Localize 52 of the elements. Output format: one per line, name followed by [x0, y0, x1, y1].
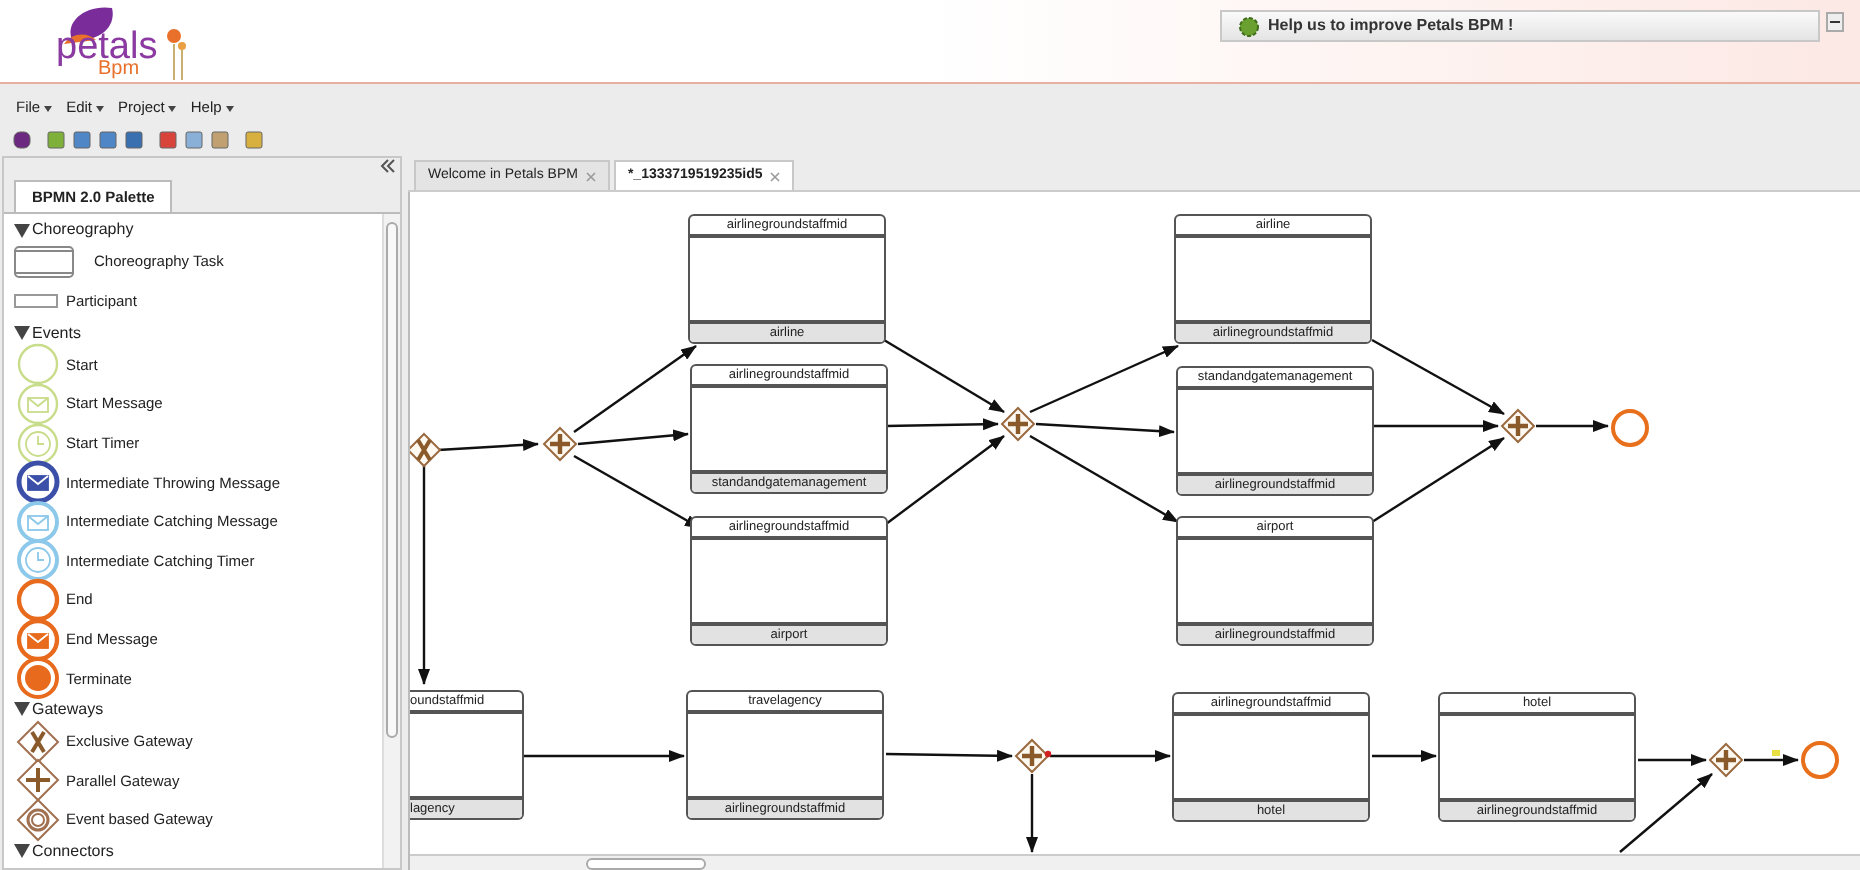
sequence-flow-arrow — [1619, 773, 1713, 853]
expand-triangle-icon[interactable] — [14, 223, 30, 237]
caret-icon — [225, 105, 234, 111]
catching-timer-icon — [14, 538, 62, 583]
help-banner[interactable]: Help us to improve Petals BPM ! — [1220, 10, 1820, 42]
caret-icon — [96, 105, 105, 111]
sequence-flow-arrow — [1744, 754, 1799, 766]
sequence-flow-arrow — [885, 435, 1005, 525]
sequence-flow-arrow — [885, 418, 999, 431]
expand-triangle-icon[interactable] — [14, 702, 30, 717]
palette-section-title: Events — [32, 321, 81, 346]
scrollbar-thumb[interactable] — [386, 222, 398, 738]
exclusive-gateway-icon — [14, 719, 62, 764]
palette-section-title: Connectors — [32, 839, 114, 864]
end-icon — [14, 577, 62, 622]
sequence-flow-arrow — [1050, 750, 1171, 762]
caret-icon — [44, 105, 53, 111]
sequence-flow-arrow — [1372, 420, 1499, 432]
start-timer-icon — [14, 421, 62, 466]
expand-triangle-icon[interactable] — [14, 844, 30, 859]
connection-handle — [1772, 750, 1780, 756]
event-gateway-icon — [14, 797, 62, 842]
start-icon — [14, 342, 62, 387]
sequence-flow-arrow — [883, 338, 1005, 414]
connection-handle — [1044, 750, 1052, 758]
catching-message-icon — [14, 499, 62, 544]
minimize-icon[interactable] — [1826, 12, 1844, 32]
collapse-icon[interactable] — [380, 158, 396, 174]
sequence-flow-arrow — [1638, 754, 1707, 766]
parallel-gateway-icon — [14, 758, 62, 803]
scrollbar-thumb[interactable] — [586, 857, 706, 869]
sequence-flow-arrow — [1536, 420, 1609, 432]
horizontal-scrollbar[interactable] — [410, 854, 1860, 870]
close-icon[interactable] — [770, 171, 781, 181]
caret-icon — [168, 105, 177, 111]
sequence-flow-arrow — [1372, 750, 1437, 762]
start-message-icon — [14, 381, 62, 426]
palette-section-title: Gateways — [32, 697, 104, 722]
sequence-flow-arrow — [1371, 437, 1505, 523]
sequence-flow-arrow — [1371, 338, 1505, 416]
terminate-icon — [14, 656, 62, 701]
sequence-flow-arrow — [437, 438, 539, 452]
palette-section-title: Choreography — [32, 218, 134, 242]
expand-triangle-icon[interactable] — [14, 326, 30, 341]
sequence-flow-arrow — [1026, 774, 1038, 853]
participant-icon — [14, 294, 58, 309]
close-icon[interactable] — [585, 171, 596, 181]
choreography-task-icon — [14, 246, 74, 278]
end-message-icon — [14, 617, 62, 662]
scrollbar[interactable] — [382, 214, 400, 868]
throwing-message-icon — [14, 460, 62, 505]
sequence-flow-arrow — [885, 749, 1013, 762]
